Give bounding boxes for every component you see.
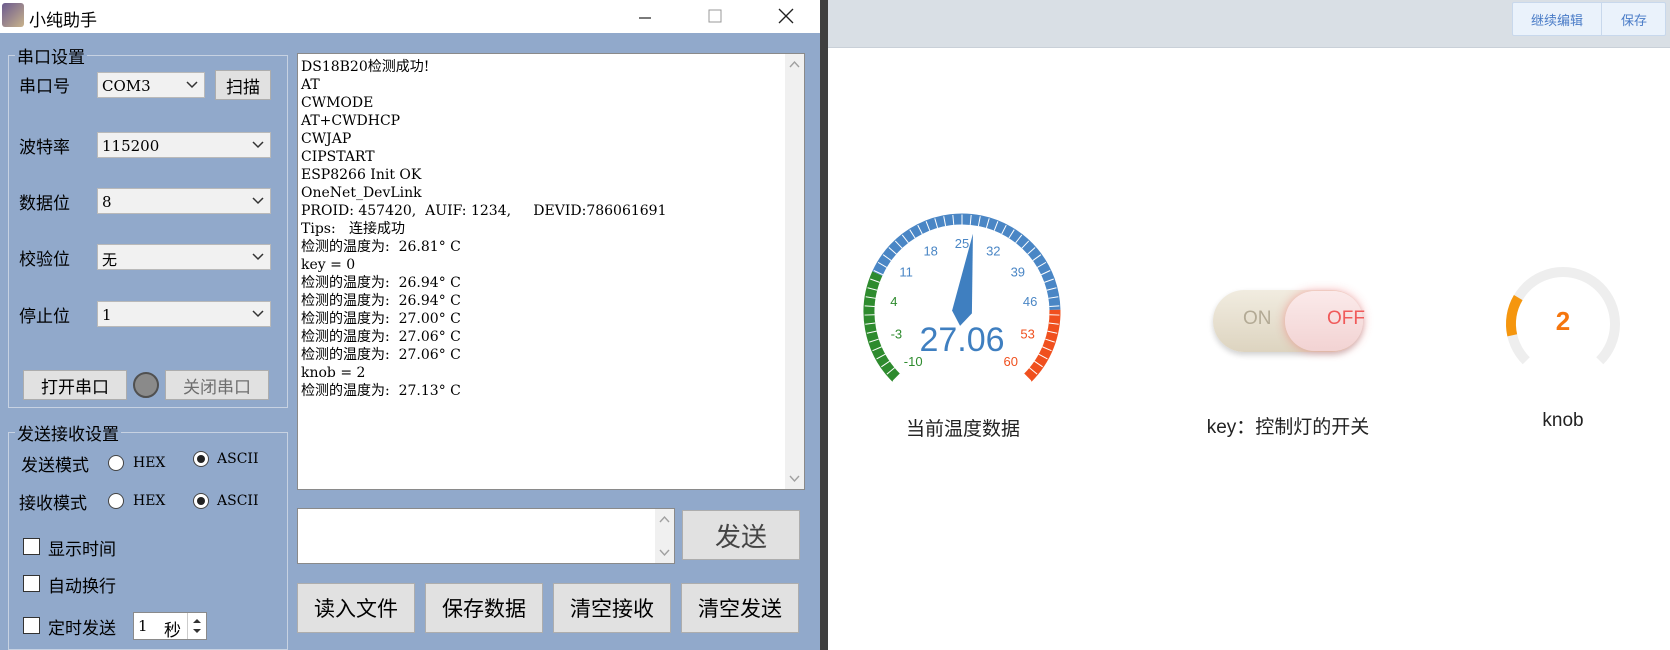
stopbits-label: 停止位 xyxy=(19,307,70,327)
close-button[interactable] xyxy=(763,0,809,32)
interval-stepper-arrows[interactable] xyxy=(187,613,206,639)
baud-value: 115200 xyxy=(102,137,160,155)
interval-unit: 秒 xyxy=(164,621,181,641)
stopbits-select[interactable]: 1 xyxy=(97,301,271,327)
databits-value: 8 xyxy=(102,193,112,211)
send-mode-ascii-label: ASCII xyxy=(217,451,259,467)
databits-select[interactable]: 8 xyxy=(97,188,271,214)
timed-send-checkbox[interactable] xyxy=(23,617,40,634)
chevron-down-icon xyxy=(252,141,264,149)
gauge-tick-label: 53 xyxy=(1020,326,1034,341)
gauge-tick-label: -3 xyxy=(891,326,903,341)
show-time-checkbox[interactable] xyxy=(23,538,40,555)
gauge-tick-label: 46 xyxy=(1023,294,1037,309)
timed-send-label: 定时发送 xyxy=(48,619,116,639)
gauge-minor-tick xyxy=(1049,305,1060,308)
parity-select[interactable]: 无 xyxy=(97,244,271,270)
close-port-button[interactable]: 关闭串口 xyxy=(165,370,269,400)
maximize-button[interactable] xyxy=(692,0,738,32)
recv-mode-hex-label: HEX xyxy=(133,493,166,509)
auto-wrap-checkbox[interactable] xyxy=(23,575,40,592)
close-icon xyxy=(778,8,794,24)
send-mode-label: 发送模式 xyxy=(21,456,89,476)
gauge-tick-label: 60 xyxy=(1004,354,1018,369)
send-receive-legend: 发送接收设置 xyxy=(17,425,119,445)
chevron-up-icon xyxy=(659,515,670,523)
receive-textarea[interactable]: DS18B20检测成功! AT CWMODE AT+CWDHCP CWJAP C… xyxy=(297,53,805,490)
temperature-gauge: -10-341118253239465360 27.06 xyxy=(863,213,1061,382)
switch-caption: key：控制灯的开关 xyxy=(1206,417,1370,438)
serial-settings-legend: 串口设置 xyxy=(17,48,85,68)
save-data-button[interactable]: 保存数据 xyxy=(425,583,543,633)
gauge-value: 27.06 xyxy=(919,321,1004,359)
chevron-down-icon xyxy=(252,253,264,261)
app-logo-icon xyxy=(2,3,24,27)
send-textarea[interactable] xyxy=(297,508,675,564)
baud-select[interactable]: 115200 xyxy=(97,132,271,158)
send-mode-hex-radio[interactable] xyxy=(108,455,124,471)
maximize-icon xyxy=(708,9,722,23)
receive-scrollbar[interactable] xyxy=(785,54,804,489)
chevron-down-icon xyxy=(789,475,800,483)
window-title: 小纯助手 xyxy=(29,11,97,31)
port-value: COM3 xyxy=(102,77,151,95)
minimize-icon xyxy=(639,17,651,19)
recv-mode-ascii-label: ASCII xyxy=(217,493,259,509)
databits-label: 数据位 xyxy=(19,194,70,214)
recv-mode-ascii-radio[interactable] xyxy=(193,493,209,509)
minimize-button[interactable] xyxy=(622,0,668,32)
serial-assistant-window: 小纯助手 串口设置 串口号 COM3 扫描 波特率 115200 数据位 8 校… xyxy=(0,0,820,650)
send-mode-ascii-radio[interactable] xyxy=(193,451,209,467)
receive-text: DS18B20检测成功! AT CWMODE AT+CWDHCP CWJAP C… xyxy=(301,59,667,399)
knob-caption: knob xyxy=(1542,410,1584,431)
clear-receive-button[interactable]: 清空接收 xyxy=(553,583,671,633)
stepper-arrows-icon xyxy=(193,619,201,633)
port-select[interactable]: COM3 xyxy=(97,72,205,98)
gauge-tick-label: 4 xyxy=(890,294,897,309)
switch-on-label: ON xyxy=(1243,308,1272,329)
dashboard-action-group: 继续编辑 保存 xyxy=(1512,2,1666,36)
title-bar[interactable]: 小纯助手 xyxy=(0,0,820,33)
interval-stepper[interactable]: 1 秒 xyxy=(133,612,207,641)
gauge-band-high xyxy=(1023,309,1061,382)
window-divider xyxy=(820,0,828,650)
send-scrollbar[interactable] xyxy=(655,509,674,563)
show-time-label: 显示时间 xyxy=(48,540,116,560)
gauge-tick-label: 25 xyxy=(955,236,969,251)
switch-off-label: OFF xyxy=(1327,308,1365,329)
scan-button[interactable]: 扫描 xyxy=(215,70,271,100)
parity-value: 无 xyxy=(102,251,118,269)
gauge-minor-tick xyxy=(864,305,875,308)
recv-mode-hex-radio[interactable] xyxy=(108,493,124,509)
interval-value: 1 xyxy=(138,617,148,635)
stopbits-value: 1 xyxy=(102,306,112,324)
key-toggle-switch[interactable]: ON OFF xyxy=(1213,290,1365,352)
gauge-tick-label: 39 xyxy=(1011,264,1025,279)
gauge-tick-label: 11 xyxy=(899,264,913,279)
gauge-tick-label: 32 xyxy=(986,244,1000,259)
port-status-indicator xyxy=(133,372,159,398)
send-mode-hex-label: HEX xyxy=(133,455,166,471)
clear-send-button[interactable]: 清空发送 xyxy=(681,583,799,633)
gauge-tick-label: 18 xyxy=(923,244,937,259)
chevron-down-icon xyxy=(252,310,264,318)
open-port-button[interactable]: 打开串口 xyxy=(23,370,127,400)
chevron-up-icon xyxy=(789,60,800,68)
continue-edit-button[interactable]: 继续编辑 xyxy=(1513,3,1602,35)
save-dashboard-button[interactable]: 保存 xyxy=(1602,3,1666,35)
parity-label: 校验位 xyxy=(19,250,70,270)
chevron-down-icon xyxy=(186,81,198,89)
read-file-button[interactable]: 读入文件 xyxy=(297,583,415,633)
baud-label: 波特率 xyxy=(19,138,70,158)
recv-mode-label: 接收模式 xyxy=(19,494,87,514)
gauge-caption: 当前温度数据 xyxy=(905,419,1020,440)
port-label: 串口号 xyxy=(19,77,70,97)
knob-value: 2 xyxy=(1555,306,1571,336)
chevron-down-icon xyxy=(252,197,264,205)
auto-wrap-label: 自动换行 xyxy=(48,577,116,597)
send-button[interactable]: 发送 xyxy=(682,510,800,560)
chevron-down-icon xyxy=(659,549,670,557)
